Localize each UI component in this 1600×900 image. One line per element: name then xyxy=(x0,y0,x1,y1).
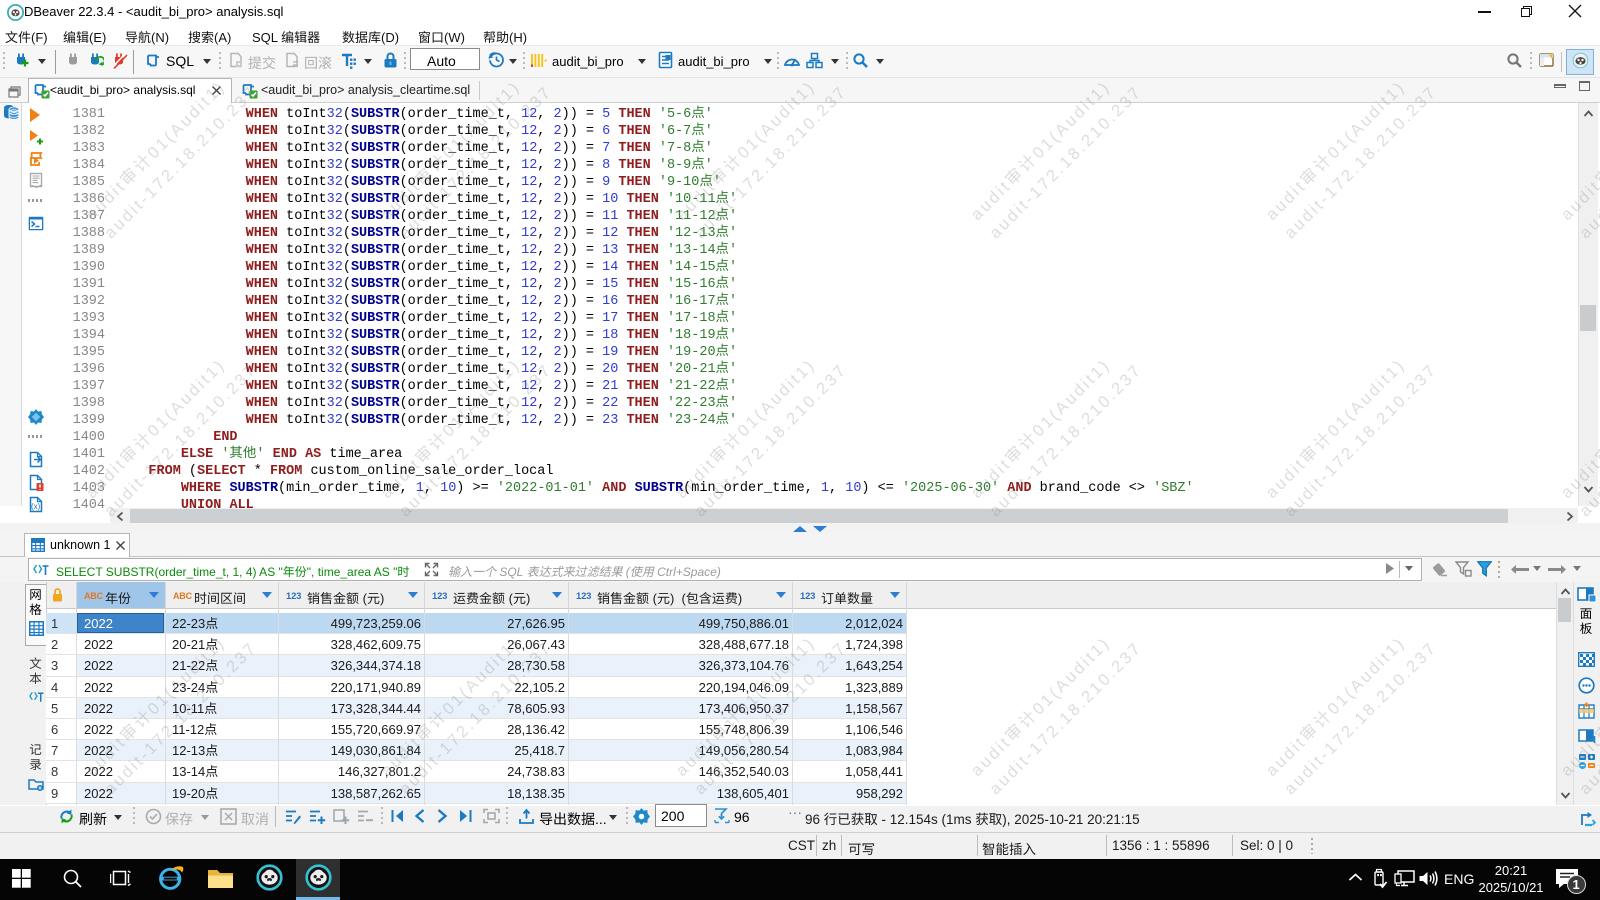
svg-text:(x): (x) xyxy=(31,502,41,511)
